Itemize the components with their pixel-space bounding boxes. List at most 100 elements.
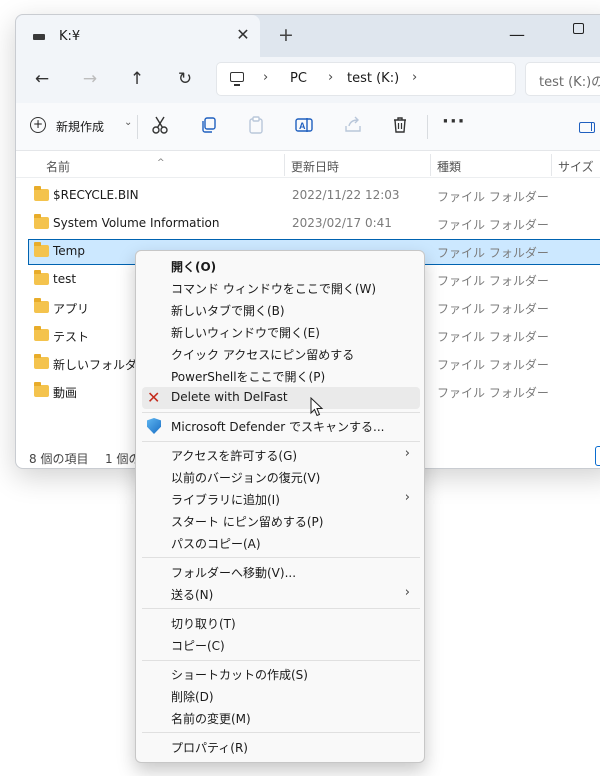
menu-item-cut[interactable]: 切り取り(T) xyxy=(136,612,424,634)
menu-item-pin-start[interactable]: スタート にピン留めする(P) xyxy=(136,510,424,532)
menu-item-copy-path[interactable]: パスのコピー(A) xyxy=(136,532,424,554)
back-button[interactable]: ← xyxy=(30,67,54,91)
file-name: 動画 xyxy=(53,386,78,400)
column-size[interactable]: サイズ xyxy=(558,158,594,175)
menu-item-defender-scan[interactable]: Microsoft Defender でスキャンする... xyxy=(136,415,424,437)
menu-item-delete[interactable]: 削除(D) xyxy=(136,685,424,707)
menu-item-create-shortcut[interactable]: ショートカットの作成(S) xyxy=(136,663,424,685)
up-button[interactable]: ↑ xyxy=(125,67,149,91)
breadcrumb-separator-icon: › xyxy=(412,70,418,85)
folder-icon xyxy=(34,354,49,369)
menu-item-label: 新しいタブで開く(B) xyxy=(171,304,285,318)
menu-item-label: Microsoft Defender でスキャンする... xyxy=(171,420,385,434)
menu-item-label: PowerShellをここで開く(P) xyxy=(171,370,326,384)
file-date: 2023/02/17 0:41 xyxy=(292,216,392,230)
folder-icon xyxy=(34,298,49,313)
breadcrumb-separator-icon: › xyxy=(263,70,269,85)
menu-item-open[interactable]: 開く(O) xyxy=(136,255,424,277)
new-tab-button[interactable]: + xyxy=(276,24,296,46)
menu-item-delete-delfast[interactable]: ✕ Delete with DelFast xyxy=(142,387,420,409)
more-options-button[interactable]: ··· xyxy=(442,111,466,132)
menu-separator xyxy=(142,732,420,733)
address-bar[interactable]: › PC › test (K:) › xyxy=(216,62,516,96)
menu-item-label: コマンド ウィンドウをここで開く(W) xyxy=(171,282,377,296)
menu-separator xyxy=(142,441,420,442)
column-name[interactable]: 名前 xyxy=(46,158,70,175)
file-row[interactable]: $RECYCLE.BIN 2022/11/22 12:03 ファイル フォルダー xyxy=(28,183,600,209)
file-name: test xyxy=(53,272,77,286)
column-divider[interactable] xyxy=(430,154,431,176)
menu-item-restore-versions[interactable]: 以前のバージョンの復元(V) xyxy=(136,466,424,488)
file-name: Temp xyxy=(53,244,85,258)
column-divider[interactable] xyxy=(551,154,552,176)
menu-item-label: クイック アクセスにピン留めする xyxy=(171,348,355,362)
folder-icon xyxy=(34,186,49,201)
file-type: ファイル フォルダー xyxy=(437,218,549,232)
breadcrumb-separator-icon: › xyxy=(328,70,334,85)
menu-item-label: フォルダーへ移動(V)... xyxy=(171,566,297,580)
cut-icon[interactable] xyxy=(150,115,170,135)
chevron-right-icon: › xyxy=(404,585,410,600)
command-bar: + 新規作成 ⌄ A ··· xyxy=(16,103,600,151)
menu-item-add-library[interactable]: ライブラリに追加(I) › xyxy=(136,488,424,510)
share-icon[interactable] xyxy=(343,115,363,135)
chevron-down-icon: ⌄ xyxy=(124,117,133,128)
toolbar-divider xyxy=(137,115,138,139)
svg-text:A: A xyxy=(299,121,306,131)
file-type: ファイル フォルダー xyxy=(437,274,549,288)
forward-button[interactable]: → xyxy=(78,67,102,91)
toolbar-divider xyxy=(427,115,428,139)
menu-item-label: 切り取り(T) xyxy=(171,617,236,631)
menu-item-send-to[interactable]: 送る(N) › xyxy=(136,583,424,605)
navigation-bar: ← → ↑ ↻ › PC › test (K:) › test (K:)の xyxy=(16,57,600,103)
breadcrumb-test-k[interactable]: test (K:) xyxy=(347,71,399,86)
menu-item-label: プロパティ(R) xyxy=(171,741,248,755)
minimize-button[interactable]: — xyxy=(509,25,525,44)
file-name: アプリ xyxy=(53,302,90,316)
menu-item-label: 名前の変更(M) xyxy=(171,712,251,726)
folder-icon xyxy=(34,326,49,341)
view-toggle-button[interactable] xyxy=(595,446,600,466)
file-name: テスト xyxy=(53,330,90,344)
sort-ascending-icon: ^ xyxy=(157,158,165,168)
menu-item-label: 以前のバージョンの復元(V) xyxy=(171,471,321,485)
rename-icon[interactable]: A xyxy=(294,115,314,135)
menu-item-give-access[interactable]: アクセスを許可する(G) › xyxy=(136,444,424,466)
details-pane-icon[interactable] xyxy=(579,122,595,133)
menu-item-open-new-window[interactable]: 新しいウィンドウで開く(E) xyxy=(136,321,424,343)
menu-item-open-new-tab[interactable]: 新しいタブで開く(B) xyxy=(136,299,424,321)
file-name: $RECYCLE.BIN xyxy=(53,188,139,202)
menu-item-label: アクセスを許可する(G) xyxy=(171,449,298,463)
file-type: ファイル フォルダー xyxy=(437,358,549,372)
column-divider[interactable] xyxy=(284,154,285,176)
breadcrumb-pc[interactable]: PC xyxy=(290,71,307,86)
menu-item-pin-quick-access[interactable]: クイック アクセスにピン留めする xyxy=(136,343,424,365)
column-date[interactable]: 更新日時 xyxy=(291,158,339,175)
menu-item-label: 送る(N) xyxy=(171,588,214,602)
menu-item-open-powershell[interactable]: PowerShellをここで開く(P) xyxy=(136,365,424,387)
menu-item-move-to-folder[interactable]: フォルダーへ移動(V)... xyxy=(136,561,424,583)
maximize-button[interactable] xyxy=(573,23,584,34)
column-type[interactable]: 種類 xyxy=(437,158,461,175)
refresh-button[interactable]: ↻ xyxy=(173,67,197,91)
copy-icon[interactable] xyxy=(199,115,219,135)
menu-item-properties[interactable]: プロパティ(R) xyxy=(136,736,424,758)
menu-item-label: ライブラリに追加(I) xyxy=(171,493,280,507)
paste-icon[interactable] xyxy=(246,115,266,135)
file-row[interactable]: System Volume Information 2023/02/17 0:4… xyxy=(28,211,600,237)
menu-item-copy[interactable]: コピー(C) xyxy=(136,634,424,656)
folder-icon xyxy=(34,242,49,257)
plus-icon: + xyxy=(30,117,46,133)
delete-icon[interactable] xyxy=(390,115,410,135)
chevron-right-icon: › xyxy=(404,446,410,461)
file-name: System Volume Information xyxy=(53,216,220,230)
mouse-cursor-icon xyxy=(310,397,324,417)
menu-item-open-cmd[interactable]: コマンド ウィンドウをここで開く(W) xyxy=(136,277,424,299)
file-type: ファイル フォルダー xyxy=(437,302,549,316)
menu-item-rename[interactable]: 名前の変更(M) xyxy=(136,707,424,729)
menu-item-label: コピー(C) xyxy=(171,639,225,653)
menu-item-label: Delete with DelFast xyxy=(171,390,288,404)
tab-close-button[interactable]: ✕ xyxy=(233,25,253,44)
tab-k-drive[interactable]: K:¥ ✕ xyxy=(16,15,260,57)
search-box[interactable]: test (K:)の xyxy=(525,62,600,96)
